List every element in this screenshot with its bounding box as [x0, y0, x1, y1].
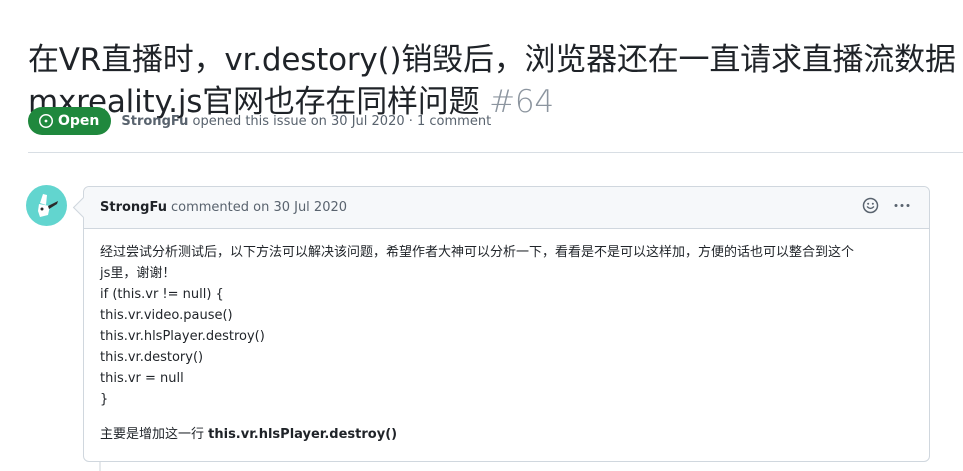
header-divider — [28, 152, 963, 153]
code-line: if (this.vr != null) { — [100, 287, 224, 302]
avatar-image — [38, 194, 58, 217]
code-line: } — [100, 392, 109, 407]
footer-code: this.vr.hlsPlayer.destroy() — [208, 427, 398, 442]
status-badge: Open — [28, 107, 112, 135]
comment-action-text[interactable]: commented on 30 Jul 2020 — [171, 200, 347, 215]
code-line: this.vr.destory() — [100, 350, 204, 365]
comment-actions — [862, 187, 911, 228]
code-line: this.vr.hlsPlayer.destroy() — [100, 329, 265, 344]
code-line: this.vr.video.pause() — [100, 308, 233, 323]
code-line: this.vr = null — [100, 371, 184, 386]
comment-body: 经过尝试分析测试后，以下方法可以解决该问题，希望作者大神可以分析一下，看看是不是… — [84, 229, 929, 445]
issue-meta-suffix: opened this issue on 30 Jul 2020 · 1 com… — [192, 113, 492, 129]
issue-meta: Open StrongFu opened this issue on 30 Ju… — [28, 107, 491, 135]
smiley-icon[interactable] — [862, 197, 879, 218]
avatar[interactable] — [26, 185, 67, 226]
footer-prefix: 主要是增加这一行 — [100, 427, 209, 442]
comment-header: StrongFu commented on 30 Jul 2020 — [84, 187, 929, 229]
status-label: Open — [58, 113, 100, 129]
issue-opened-icon — [39, 114, 53, 128]
comment-footer-line: 主要是增加这一行 this.vr.hlsPlayer.destroy() — [100, 424, 913, 445]
comment-author-link[interactable]: StrongFu — [100, 200, 167, 215]
comment-box: StrongFu commented on 30 Jul 2020 经过尝试分析… — [83, 186, 930, 462]
issue-meta-text: StrongFu opened this issue on 30 Jul 202… — [121, 114, 491, 129]
kebab-icon[interactable] — [893, 197, 911, 218]
issue-author-link[interactable]: StrongFu — [121, 114, 188, 129]
comment-line: 经过尝试分析测试后，以下方法可以解决该问题，希望作者大神可以分析一下，看看是不是… — [100, 245, 855, 260]
issue-number: #64 — [489, 83, 554, 120]
comment-line: js里，谢谢！ — [100, 266, 176, 281]
